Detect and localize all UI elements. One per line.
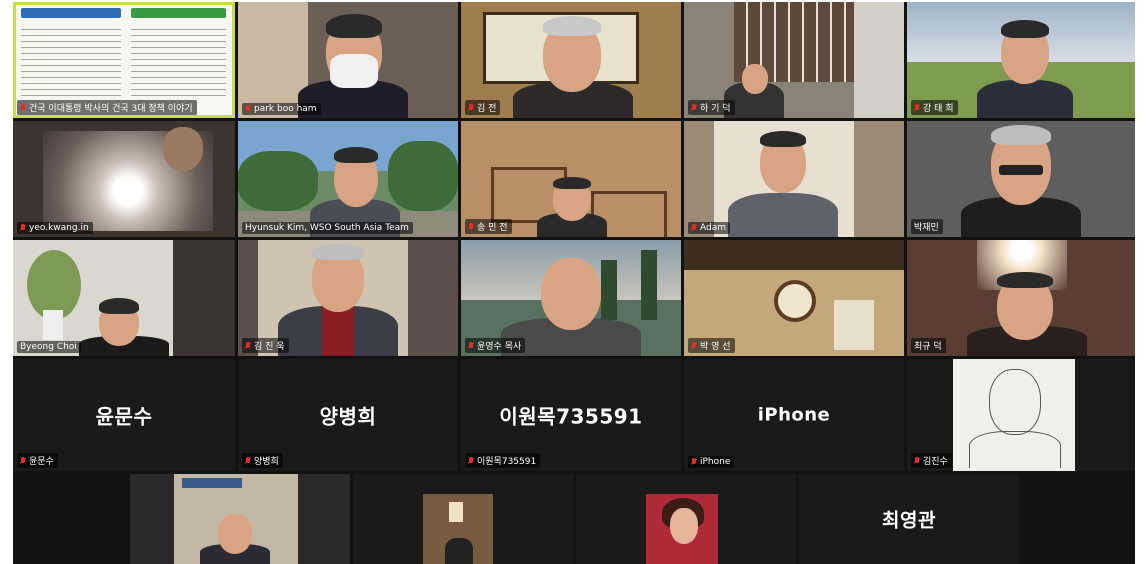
- video-tile[interactable]: 김진수: [907, 359, 1135, 471]
- participant-name: 박 영 선: [700, 342, 731, 352]
- participant-video: [238, 121, 458, 237]
- participant-name-tag: park boo ham: [242, 103, 321, 115]
- muted-mic-icon: [20, 224, 26, 232]
- video-tile[interactable]: park boo ham: [238, 2, 458, 118]
- participant-name-tag: 최규 덕: [911, 338, 946, 353]
- participant-name: Hyunsuk Kim, WSO South Asia Team: [245, 223, 409, 233]
- video-tile[interactable]: 윤영수 목사: [461, 240, 681, 356]
- participant-name: 최규 덕: [914, 342, 942, 352]
- video-tile[interactable]: 김 진 욱: [238, 240, 458, 356]
- muted-mic-icon: [245, 105, 251, 113]
- muted-mic-icon: [468, 103, 474, 112]
- participant-name-tag: 김진수: [911, 453, 952, 468]
- participant-name-tag: 박 영 선: [688, 338, 735, 353]
- participant-name: 이원목735591: [477, 457, 537, 467]
- participant-name: 김 진 욱: [254, 342, 285, 352]
- muted-mic-icon: [468, 456, 474, 465]
- participant-name-tag: 김 전: [465, 100, 501, 115]
- participant-display-name: 이원목735591: [499, 404, 643, 429]
- participant-name: 김 전: [477, 104, 497, 114]
- participant-name-tag: 강 태 희: [911, 100, 958, 115]
- participant-name: iPhone: [700, 457, 731, 467]
- participant-name-tag: 건국 이대통령 박사의 건국 3대 정책 이야기: [17, 100, 197, 115]
- muted-mic-icon: [20, 456, 26, 465]
- participant-name: 박재민: [914, 223, 939, 233]
- muted-mic-icon: [468, 341, 474, 350]
- participant-name-tag: Hyunsuk Kim, WSO South Asia Team: [242, 222, 413, 234]
- muted-mic-icon: [245, 456, 251, 465]
- participant-name: 윤문수: [29, 457, 54, 467]
- participant-name: park boo ham: [254, 104, 317, 114]
- participant-video: [130, 474, 350, 564]
- participant-name: 강 태 희: [923, 104, 954, 114]
- participant-name: 건국 이대통령 박사의 건국 3대 정책 이야기: [29, 104, 193, 114]
- participant-name-tag: 하 기 덕: [688, 100, 735, 115]
- muted-mic-icon: [691, 341, 697, 350]
- participant-name: 하 기 덕: [700, 104, 731, 114]
- muted-mic-icon: [914, 456, 920, 465]
- video-tile[interactable]: 박 영 선: [684, 240, 904, 356]
- participant-name: Adam: [700, 223, 726, 233]
- participant-display-name: 최영관: [882, 509, 936, 532]
- muted-mic-icon: [245, 341, 251, 350]
- video-tile[interactable]: 최규 덕: [907, 240, 1135, 356]
- participant-name-tag: 송 민 전: [465, 219, 512, 234]
- participant-name: 윤영수 목사: [477, 342, 522, 352]
- participant-video: [13, 240, 235, 356]
- video-tile[interactable]: 강 태 희: [907, 2, 1135, 118]
- video-tile[interactable]: 송 민 전: [461, 121, 681, 237]
- muted-mic-icon: [468, 222, 474, 231]
- participant-name-tag: yeo.kwang.in: [17, 222, 93, 234]
- video-tile[interactable]: [576, 474, 796, 564]
- video-tile[interactable]: 건국 이대통령 박사의 건국 3대 정책 이야기: [13, 2, 235, 118]
- participant-name: 김진수: [923, 457, 948, 467]
- video-tile[interactable]: 하 기 덕: [684, 2, 904, 118]
- video-tile[interactable]: iPhone iPhone: [684, 359, 904, 471]
- muted-mic-icon: [691, 458, 697, 466]
- muted-mic-icon: [691, 103, 697, 112]
- participant-display-name: 윤문수: [95, 404, 153, 429]
- muted-mic-icon: [914, 103, 920, 112]
- participant-name-tag: 윤문수: [17, 453, 58, 468]
- participant-video: [576, 474, 796, 564]
- video-tile[interactable]: 김 전: [461, 2, 681, 118]
- video-tile[interactable]: 박재민: [907, 121, 1135, 237]
- video-tile[interactable]: 최영관: [799, 474, 1019, 564]
- video-tile[interactable]: 양병희 양병희: [238, 359, 458, 471]
- video-tile[interactable]: 윤문수 윤문수: [13, 359, 235, 471]
- participant-display-name: 양병희: [319, 404, 377, 429]
- video-tile[interactable]: Hyunsuk Kim, WSO South Asia Team: [238, 121, 458, 237]
- participant-name-tag: Adam: [688, 222, 730, 234]
- video-tile[interactable]: Adam: [684, 121, 904, 237]
- participant-video: [13, 121, 235, 237]
- video-tile[interactable]: 이원목735591 이원목735591: [461, 359, 681, 471]
- participant-name-tag: 이원목735591: [465, 453, 541, 468]
- video-gallery: 건국 이대통령 박사의 건국 3대 정책 이야기 park boo ham 김 …: [13, 2, 1135, 564]
- video-tile[interactable]: [353, 474, 573, 564]
- participant-name: 송 민 전: [477, 223, 508, 233]
- participant-name-tag: 박재민: [911, 219, 943, 234]
- participant-name: 양병희: [254, 457, 279, 467]
- video-tile[interactable]: [130, 474, 350, 564]
- video-tile[interactable]: Byeong Choi: [13, 240, 235, 356]
- participant-name: yeo.kwang.in: [29, 223, 89, 233]
- participant-video: [353, 474, 573, 564]
- participant-name-tag: iPhone: [688, 456, 735, 468]
- participant-name-tag: 김 진 욱: [242, 338, 289, 353]
- video-tile[interactable]: yeo.kwang.in: [13, 121, 235, 237]
- participant-display-name: iPhone: [757, 404, 831, 426]
- participant-name: Byeong Choi: [20, 342, 77, 352]
- participant-video: [684, 121, 904, 237]
- participant-name-tag: 양병희: [242, 453, 283, 468]
- participant-video: [238, 2, 458, 118]
- participant-name-tag: Byeong Choi: [17, 341, 81, 353]
- muted-mic-icon: [20, 103, 26, 112]
- muted-mic-icon: [691, 224, 697, 232]
- participant-name-tag: 윤영수 목사: [465, 338, 526, 353]
